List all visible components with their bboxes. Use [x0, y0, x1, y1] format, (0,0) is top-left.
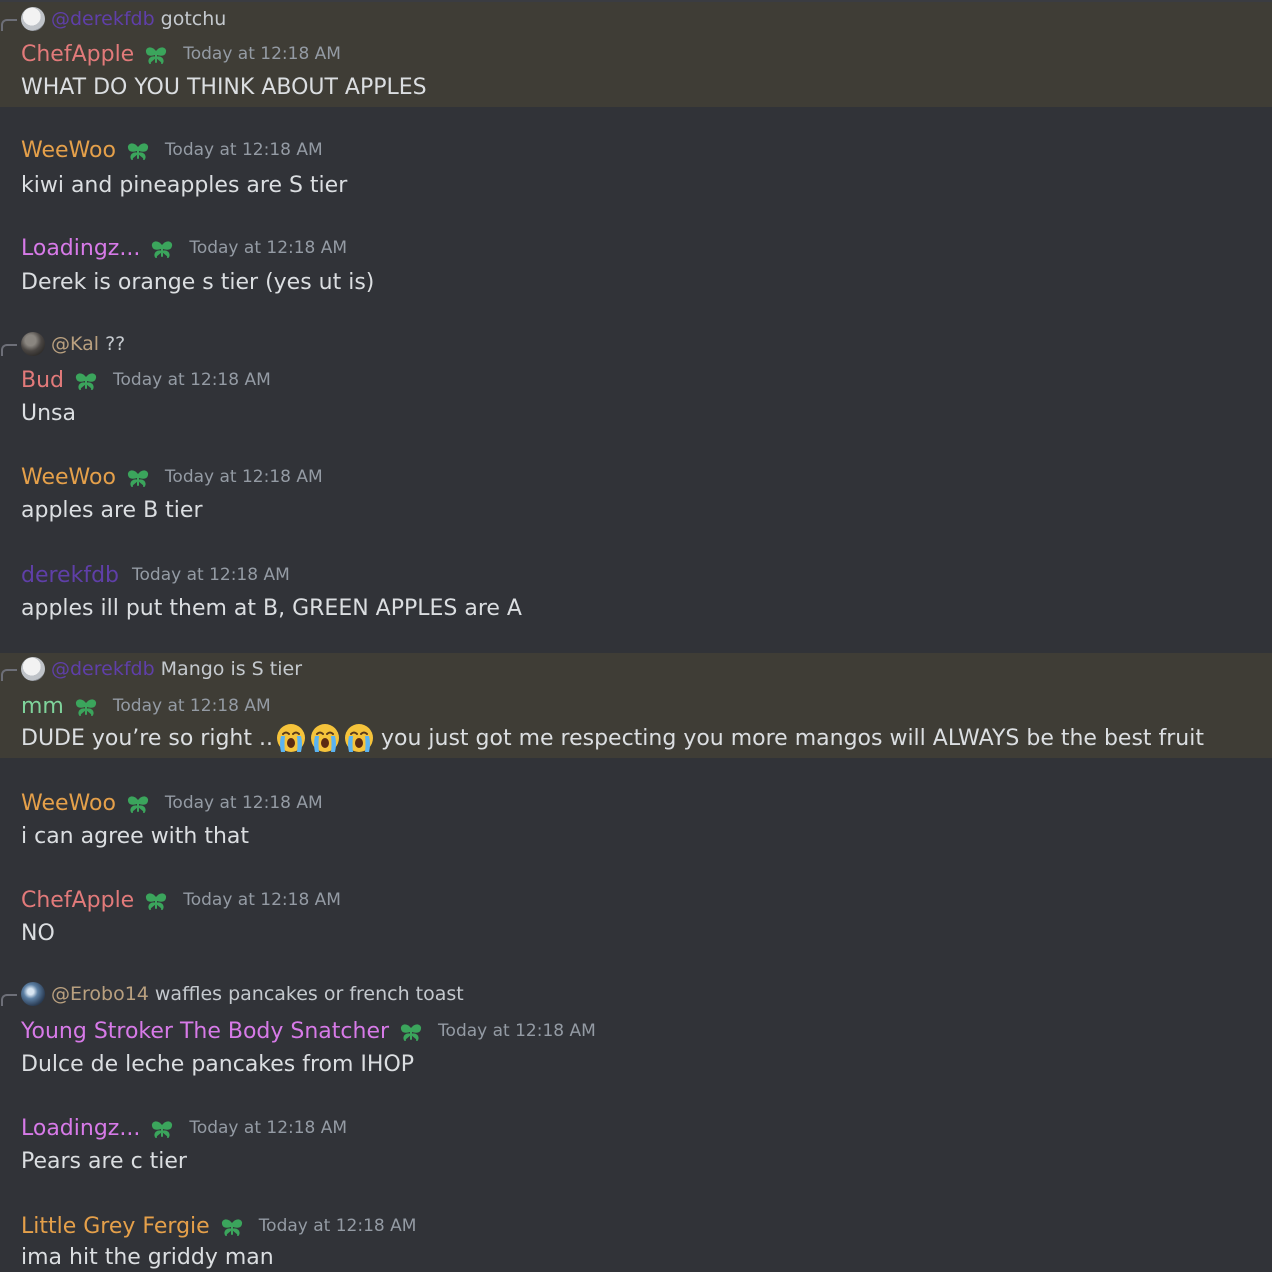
message-header: Young Stroker The Body Snatcher Today at… [21, 1016, 596, 1046]
username[interactable]: ChefApple [21, 42, 134, 67]
message-item[interactable]: Loadingz... Today at 12:18 AM Derek is o… [0, 233, 1272, 299]
reply-preview[interactable]: @Erobo14 waffles pancakes or french toas… [1, 982, 464, 1006]
timestamp[interactable]: Today at 12:18 AM [165, 140, 323, 160]
timestamp[interactable]: Today at 12:18 AM [132, 565, 290, 585]
message-text: DUDE you’re so right .. you just got me … [21, 722, 1204, 754]
timestamp[interactable]: Today at 12:18 AM [259, 1216, 417, 1236]
reply-text[interactable]: ?? [105, 333, 125, 355]
message-text: i can agree with that [21, 823, 250, 849]
username[interactable]: derekfdb [21, 563, 119, 588]
reply-author[interactable]: @Kal [51, 333, 99, 355]
message-header: ChefApple Today at 12:18 AM [21, 39, 341, 69]
reply-preview[interactable]: @Kal ?? [1, 332, 125, 356]
loudly-crying-face-icon[interactable] [343, 722, 375, 754]
timestamp[interactable]: Today at 12:18 AM [165, 793, 323, 813]
message-text: NO [21, 920, 55, 946]
reply-author[interactable]: @derekfdb [51, 8, 155, 30]
message-text: apples are B tier [21, 497, 203, 523]
message-text: Pears are c tier [21, 1148, 187, 1174]
message-text: Derek is orange s tier (yes ut is) [21, 269, 375, 295]
timestamp[interactable]: Today at 12:18 AM [165, 467, 323, 487]
sprout-badge-icon[interactable] [72, 692, 100, 720]
timestamp[interactable]: Today at 12:18 AM [189, 1118, 347, 1138]
sprout-badge-icon[interactable] [72, 366, 100, 394]
white-cat-avatar[interactable] [21, 657, 45, 681]
blue-planet-avatar[interactable] [21, 982, 45, 1006]
timestamp[interactable]: Today at 12:18 AM [183, 890, 341, 910]
sprout-badge-icon[interactable] [148, 234, 176, 262]
username[interactable]: ChefApple [21, 888, 134, 913]
message-text: ima hit the griddy man [21, 1245, 274, 1270]
username[interactable]: Loadingz... [21, 1116, 140, 1141]
message-item[interactable]: @derekfdb gotchu ChefApple Today at 12:1… [0, 2, 1272, 107]
message-item[interactable]: derekfdb Today at 12:18 AM apples ill pu… [0, 560, 1272, 626]
reply-spine [1, 344, 17, 356]
message-header: WeeWoo Today at 12:18 AM [21, 135, 323, 165]
username[interactable]: Young Stroker The Body Snatcher [21, 1019, 389, 1044]
message-header: Little Grey Fergie Today at 12:18 AM [21, 1211, 416, 1241]
timestamp[interactable]: Today at 12:18 AM [113, 696, 271, 716]
message-item[interactable]: Loadingz... Today at 12:18 AM Pears are … [0, 1113, 1272, 1179]
username[interactable]: WeeWoo [21, 138, 116, 163]
message-text: apples ill put them at B, GREEN APPLES a… [21, 595, 522, 621]
message-header: Loadingz... Today at 12:18 AM [21, 1113, 347, 1143]
username[interactable]: WeeWoo [21, 791, 116, 816]
username[interactable]: Bud [21, 368, 64, 393]
sprout-badge-icon[interactable] [124, 789, 152, 817]
reply-spine [1, 994, 17, 1006]
username[interactable]: Little Grey Fergie [21, 1214, 210, 1239]
message-text: WHAT DO YOU THINK ABOUT APPLES [21, 74, 427, 100]
message-header: ChefApple Today at 12:18 AM [21, 885, 341, 915]
reply-author[interactable]: @derekfdb [51, 658, 155, 680]
timestamp[interactable]: Today at 12:18 AM [113, 370, 271, 390]
message-item[interactable]: @derekfdb Mango is S tier mm Today at 12… [0, 653, 1272, 758]
sprout-badge-icon[interactable] [397, 1017, 425, 1045]
message-header: WeeWoo Today at 12:18 AM [21, 462, 323, 492]
username[interactable]: Loadingz... [21, 236, 140, 261]
timestamp[interactable]: Today at 12:18 AM [183, 44, 341, 64]
message-item[interactable]: @Erobo14 waffles pancakes or french toas… [0, 982, 1272, 1082]
dark-photo-avatar[interactable] [21, 332, 45, 356]
message-text-start: DUDE you’re so right .. [21, 725, 273, 751]
message-item[interactable]: WeeWoo Today at 12:18 AM apples are B ti… [0, 462, 1272, 528]
message-text: Dulce de leche pancakes from IHOP [21, 1051, 415, 1077]
timestamp[interactable]: Today at 12:18 AM [438, 1021, 596, 1041]
sprout-badge-icon[interactable] [218, 1212, 246, 1240]
reply-spine [1, 19, 17, 31]
white-cat-avatar[interactable] [21, 7, 45, 31]
reply-author[interactable]: @Erobo14 [51, 983, 149, 1005]
username[interactable]: mm [21, 694, 64, 719]
message-item[interactable]: WeeWoo Today at 12:18 AM kiwi and pineap… [0, 135, 1272, 201]
reply-text[interactable]: gotchu [161, 8, 227, 30]
reply-spine [1, 669, 17, 681]
sprout-badge-icon[interactable] [142, 886, 170, 914]
sprout-badge-icon[interactable] [124, 136, 152, 164]
message-text-end: you just got me respecting you more mang… [380, 725, 1204, 751]
message-text: Unsa [21, 400, 76, 426]
reply-text[interactable]: waffles pancakes or french toast [155, 983, 464, 1005]
reply-preview[interactable]: @derekfdb gotchu [1, 7, 227, 31]
message-header: WeeWoo Today at 12:18 AM [21, 788, 323, 818]
message-header: derekfdb Today at 12:18 AM [21, 560, 290, 590]
sprout-badge-icon[interactable] [124, 463, 152, 491]
username[interactable]: WeeWoo [21, 465, 116, 490]
message-header: mm Today at 12:18 AM [21, 691, 271, 721]
reply-text[interactable]: Mango is S tier [161, 658, 302, 680]
message-header: Bud Today at 12:18 AM [21, 365, 271, 395]
emoji-group [275, 722, 377, 754]
message-item[interactable]: ChefApple Today at 12:18 AM NO [0, 885, 1272, 951]
reply-preview[interactable]: @derekfdb Mango is S tier [1, 657, 302, 681]
sprout-badge-icon[interactable] [148, 1114, 176, 1142]
message-header: Loadingz... Today at 12:18 AM [21, 233, 347, 263]
loudly-crying-face-icon[interactable] [309, 722, 341, 754]
sprout-badge-icon[interactable] [142, 40, 170, 68]
message-item[interactable]: WeeWoo Today at 12:18 AM i can agree wit… [0, 788, 1272, 854]
loudly-crying-face-icon[interactable] [275, 722, 307, 754]
message-item[interactable]: Little Grey Fergie Today at 12:18 AM ima… [0, 1211, 1272, 1272]
timestamp[interactable]: Today at 12:18 AM [189, 238, 347, 258]
message-text: kiwi and pineapples are S tier [21, 172, 348, 198]
message-item[interactable]: @Kal ?? Bud Today at 12:18 AM Unsa [0, 330, 1272, 430]
